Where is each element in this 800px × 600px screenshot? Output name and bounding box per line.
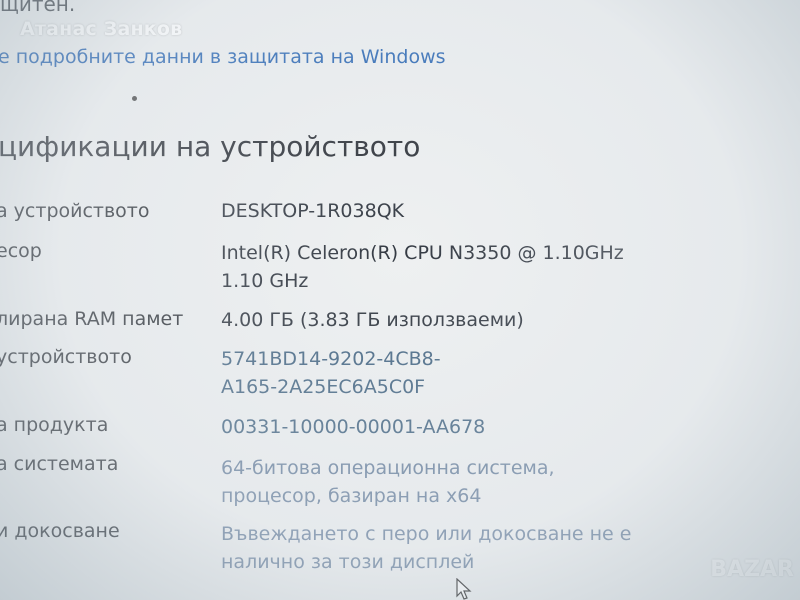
value-line: Intel(R) Celeron(R) CPU N3350 @ 1.10GHz (221, 242, 624, 264)
spec-label-system-type: а системата (0, 453, 119, 475)
spec-value-device-name[interactable]: DESKTOP-1R038QK (221, 197, 404, 225)
value-line: 00331-10000-00001-AA678 (221, 416, 486, 438)
spec-value-ram[interactable]: 4.00 ГБ (3.83 ГБ използваеми) (221, 306, 524, 334)
value-line: A165-2A25EC6A5C0F (221, 376, 426, 398)
spec-value-system-type[interactable]: 64-битова операционна система, процесор,… (221, 454, 555, 510)
heading-fragment: щитен. (0, 0, 76, 16)
value-line: налично за този дисплей (221, 551, 475, 573)
spec-label-ram: лирана RAM памет (0, 308, 184, 330)
spec-value-device-id[interactable]: 5741BD14-9202-4CB8- A165-2A25EC6A5C0F (221, 345, 441, 401)
photo-vignette (0, 0, 800, 600)
bazar-logo: BAZAR (710, 557, 794, 582)
spec-label-device-name: а устройството (0, 200, 150, 222)
spec-value-processor[interactable]: Intel(R) Celeron(R) CPU N3350 @ 1.10GHz … (221, 239, 624, 295)
spec-label-pen-touch: и докосване (0, 520, 120, 542)
section-title-device-specs: цификации на устройството (0, 130, 421, 163)
spec-label-processor: есор (0, 240, 42, 262)
mouse-pointer-icon (456, 577, 472, 600)
spec-label-device-id: устройството (0, 346, 132, 368)
value-line: DESKTOP-1R038QK (221, 200, 405, 222)
screen-speck (132, 96, 137, 101)
spec-value-product-id[interactable]: 00331-10000-00001-AA678 (221, 413, 485, 441)
spec-label-product-id: а продукта (0, 414, 109, 436)
value-line: 1.10 GHz (221, 270, 309, 292)
windows-security-link[interactable]: е подробните данни в защитата на Windows (0, 46, 446, 68)
value-line: процесор, базиран на x64 (221, 485, 482, 507)
spec-value-pen-touch[interactable]: Въвеждането с перо или докосване не е на… (221, 520, 631, 576)
value-line: 5741BD14-9202-4CB8- (221, 348, 441, 370)
value-line: Въвеждането с перо или докосване не е (221, 523, 632, 545)
author-watermark: Атанас Занков (20, 18, 183, 40)
value-line: 64-битова операционна система, (221, 457, 555, 479)
value-line: 4.00 ГБ (3.83 ГБ използваеми) (221, 309, 524, 331)
